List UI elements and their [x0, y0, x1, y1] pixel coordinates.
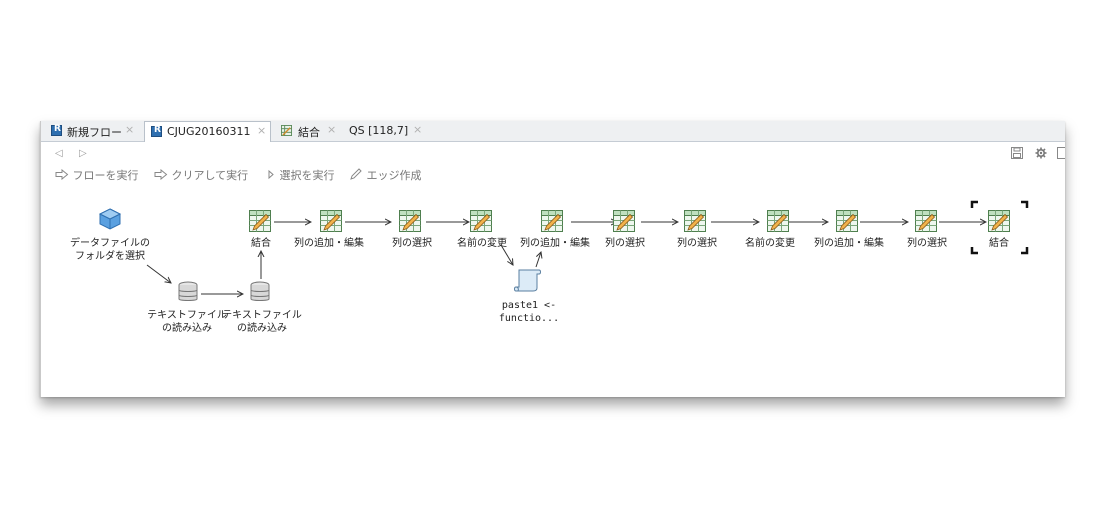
tab-join[interactable]: 結合 ×: [277, 121, 343, 141]
table-edit-icon[interactable]: [766, 209, 790, 233]
node-label-rename-2: 名前の変更: [745, 238, 795, 249]
database-icon[interactable]: [249, 281, 271, 303]
pencil-icon: [350, 168, 362, 180]
node-label-join-2: 結合: [989, 238, 1009, 249]
script-scroll-icon[interactable]: [513, 267, 543, 293]
gear-icon[interactable]: [1035, 147, 1047, 159]
play-icon: [268, 169, 274, 180]
tab-label: QS [118,7]: [349, 124, 409, 137]
forward-arrow-icon[interactable]: ▷: [79, 148, 87, 159]
table-edit-icon[interactable]: [987, 209, 1011, 233]
table-edit-icon[interactable]: [540, 209, 564, 233]
r-doc-icon: [51, 124, 62, 136]
panel-icon[interactable]: [1057, 147, 1065, 159]
node-label-script: paste1 <- functio...: [498, 300, 560, 324]
node-label-rename-1: 名前の変更: [457, 238, 507, 249]
tab-label: CJUG20160311: [167, 125, 251, 138]
back-arrow-icon[interactable]: ◁: [55, 148, 63, 159]
flow-canvas[interactable]: データファイルの フォルダを選択 テキストファイル の読み込み テキストファイル…: [41, 187, 1065, 397]
table-edit-icon[interactable]: [914, 209, 938, 233]
node-label-add-col-3: 列の追加・編集: [814, 238, 884, 249]
tab-qs[interactable]: QS [118,7] ×: [345, 121, 423, 141]
node-label-join-1: 結合: [251, 238, 271, 249]
create-edge-button[interactable]: エッジ作成: [349, 167, 422, 183]
arrow-right-icon: [55, 168, 69, 181]
node-label-data-folder: データファイルの フォルダを選択: [70, 238, 150, 262]
clear-and-run-label: クリアして実行: [171, 169, 249, 182]
close-icon[interactable]: ×: [125, 123, 134, 136]
tab-label: 新規フロー: [67, 126, 122, 139]
table-edit-icon[interactable]: [398, 209, 422, 233]
tab-cjug[interactable]: CJUG20160311 ×: [144, 121, 271, 142]
tab-label: 結合: [298, 126, 320, 139]
node-label-select-col-1: 列の選択: [392, 238, 432, 249]
table-icon: [281, 125, 292, 136]
table-edit-icon[interactable]: [319, 209, 343, 233]
clear-and-run-button[interactable]: クリアして実行: [154, 167, 248, 183]
run-selection-label: 選択を実行: [279, 169, 335, 182]
table-edit-icon[interactable]: [469, 209, 493, 233]
tab-new-flow[interactable]: 新規フロー ×: [45, 121, 137, 141]
table-edit-icon[interactable]: [683, 209, 707, 233]
table-edit-icon[interactable]: [612, 209, 636, 233]
database-icon[interactable]: [177, 281, 199, 303]
save-icon[interactable]: [1011, 147, 1023, 159]
run-flow-button[interactable]: フローを実行: [55, 167, 139, 183]
editor-tab-bar: 新規フロー × CJUG20160311 × 結合 × QS [118,7] ×: [41, 121, 1065, 142]
close-icon[interactable]: ×: [327, 123, 336, 136]
node-label-add-col-1: 列の追加・編集: [294, 238, 364, 249]
flow-editor-window: 新規フロー × CJUG20160311 × 結合 × QS [118,7] ×…: [40, 121, 1065, 397]
run-flow-label: フローを実行: [72, 169, 139, 182]
arrow-right-icon: [154, 168, 168, 181]
node-label-select-col-2: 列の選択: [605, 238, 645, 249]
table-edit-icon[interactable]: [248, 209, 272, 233]
create-edge-label: エッジ作成: [366, 169, 422, 182]
node-label-read-text-2: テキストファイル の読み込み: [222, 310, 302, 334]
r-doc-icon: [151, 125, 162, 137]
node-label-select-col-3: 列の選択: [677, 238, 717, 249]
table-edit-icon[interactable]: [835, 209, 859, 233]
close-icon[interactable]: ×: [413, 123, 422, 136]
run-selection-button[interactable]: 選択を実行: [266, 167, 335, 183]
cube-icon[interactable]: [98, 207, 122, 231]
node-label-add-col-2: 列の追加・編集: [520, 238, 590, 249]
node-label-select-col-4: 列の選択: [907, 238, 947, 249]
close-icon[interactable]: ×: [257, 124, 266, 137]
